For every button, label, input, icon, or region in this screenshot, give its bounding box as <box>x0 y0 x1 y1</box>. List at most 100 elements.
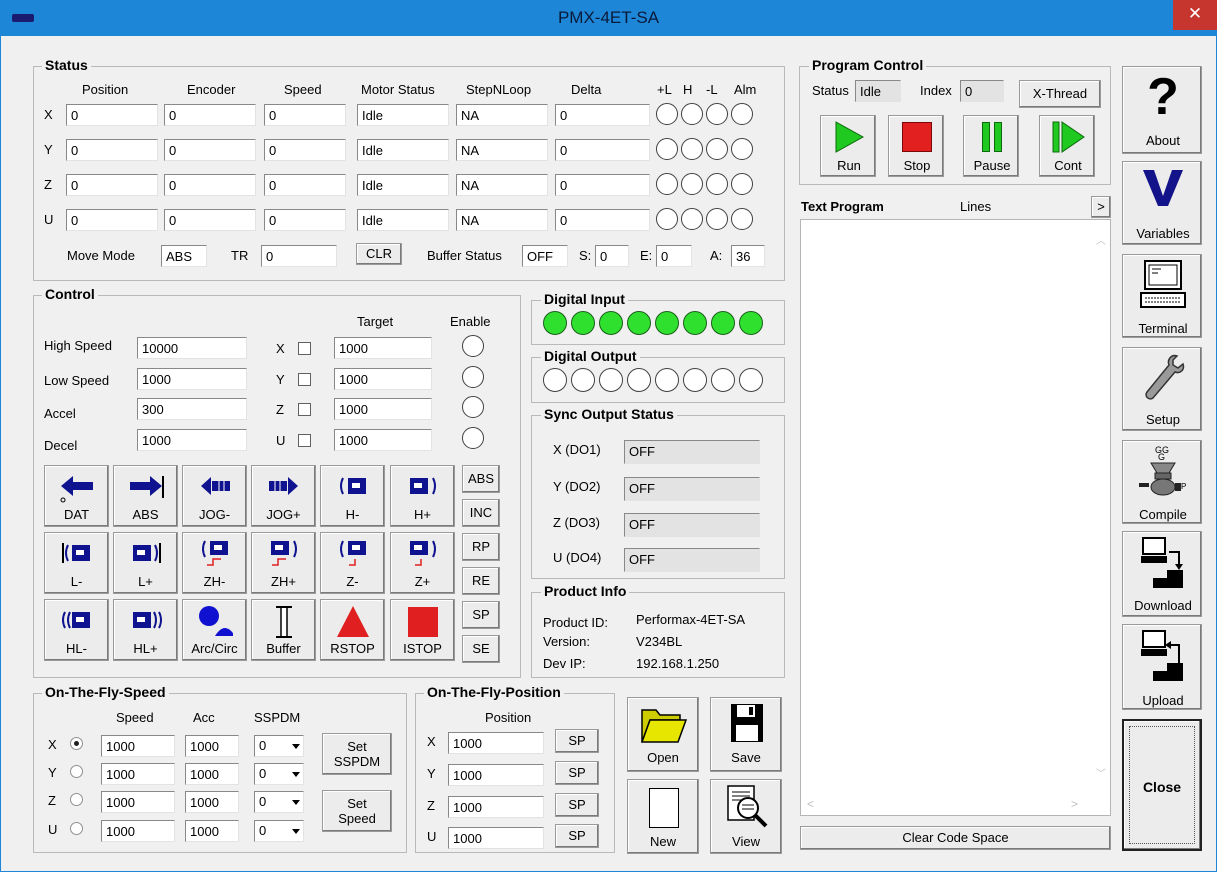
otf-position-field[interactable]: 1000 <box>448 827 544 849</box>
about-button[interactable]: ? About <box>1122 66 1202 154</box>
control-jog--button[interactable]: JOG+ <box>251 465 316 527</box>
status-delta-field[interactable]: 0 <box>555 139 650 161</box>
status-delta-field[interactable]: 0 <box>555 104 650 126</box>
set-sspdm-button[interactable]: Set SSPDM <box>322 733 392 775</box>
scroll-right-icon[interactable]: > <box>1071 797 1078 811</box>
status-motor-status-field[interactable]: Idle <box>357 139 449 161</box>
status-position-field[interactable]: 0 <box>66 104 158 126</box>
control-zh--button[interactable]: ZH- <box>182 532 247 594</box>
control-zh--button[interactable]: ZH+ <box>251 532 316 594</box>
otf-position-sp-button[interactable]: SP <box>555 824 599 848</box>
scroll-up-icon[interactable]: ︿ <box>1096 232 1106 247</box>
control-side-sp-button[interactable]: SP <box>462 601 500 629</box>
control-rstop-button[interactable]: RSTOP <box>320 599 385 661</box>
status-motor-status-field[interactable]: Idle <box>357 104 449 126</box>
control-h--button[interactable]: H+ <box>390 465 455 527</box>
otf-speed-field[interactable]: 1000 <box>101 791 175 813</box>
control-z--button[interactable]: Z- <box>320 532 385 594</box>
status-position-field[interactable]: 0 <box>66 139 158 161</box>
a-field[interactable]: 36 <box>731 245 765 267</box>
target-axis-checkbox[interactable] <box>298 373 311 386</box>
otf-position-sp-button[interactable]: SP <box>555 729 599 753</box>
open-button[interactable]: Open <box>627 697 699 772</box>
target-axis-checkbox[interactable] <box>298 403 311 416</box>
scroll-left-icon[interactable]: < <box>807 797 814 811</box>
otf-speed-axis-radio[interactable] <box>70 765 83 778</box>
otf-speed-axis-radio[interactable] <box>70 822 83 835</box>
otf-speed-field[interactable]: 1000 <box>101 820 175 842</box>
status-encoder-field[interactable]: 0 <box>164 104 256 126</box>
control-l--button[interactable]: L- <box>44 532 109 594</box>
high-speed-field[interactable]: 10000 <box>137 337 247 359</box>
status-stepnloop-field[interactable]: NA <box>456 174 548 196</box>
control-z--button[interactable]: Z+ <box>390 532 455 594</box>
control-h--button[interactable]: H- <box>320 465 385 527</box>
variables-button[interactable]: Variables <box>1122 161 1202 245</box>
target-axis-checkbox[interactable] <box>298 342 311 355</box>
e-field[interactable]: 0 <box>656 245 692 267</box>
target-field[interactable]: 1000 <box>334 398 432 420</box>
otf-acc-field[interactable]: 1000 <box>185 763 239 785</box>
control-side-abs-button[interactable]: ABS <box>462 465 500 493</box>
set-speed-button[interactable]: Set Speed <box>322 790 392 832</box>
status-stepnloop-field[interactable]: NA <box>456 209 548 231</box>
status-speed-field[interactable]: 0 <box>264 209 346 231</box>
status-speed-field[interactable]: 0 <box>264 174 346 196</box>
otf-position-field[interactable]: 1000 <box>448 796 544 818</box>
otf-speed-axis-radio[interactable] <box>70 737 83 750</box>
stop-button[interactable]: Stop <box>888 115 944 177</box>
run-button[interactable]: Run <box>820 115 876 177</box>
status-speed-field[interactable]: 0 <box>264 139 346 161</box>
close-button[interactable]: Close <box>1122 719 1202 851</box>
clear-code-space-button[interactable]: Clear Code Space <box>800 826 1111 850</box>
move-mode-field[interactable]: ABS <box>161 245 207 267</box>
otf-position-sp-button[interactable]: SP <box>555 793 599 817</box>
status-delta-field[interactable]: 0 <box>555 209 650 231</box>
otf-position-field[interactable]: 1000 <box>448 732 544 754</box>
status-encoder-field[interactable]: 0 <box>164 139 256 161</box>
otf-acc-field[interactable]: 1000 <box>185 820 239 842</box>
terminal-button[interactable]: Terminal <box>1122 254 1202 338</box>
status-position-field[interactable]: 0 <box>66 174 158 196</box>
pause-button[interactable]: Pause <box>963 115 1019 177</box>
control-dat-button[interactable]: DAT <box>44 465 109 527</box>
status-delta-field[interactable]: 0 <box>555 174 650 196</box>
accel-field[interactable]: 300 <box>137 398 247 420</box>
otf-acc-field[interactable]: 1000 <box>185 791 239 813</box>
editor-vertical-scrollbar[interactable]: ︿ ﹀ <box>1091 220 1110 795</box>
otf-sspdm-select[interactable]: 0 <box>254 820 304 842</box>
control-jog--button[interactable]: JOG- <box>182 465 247 527</box>
scroll-down-icon[interactable]: ﹀ <box>1096 765 1106 780</box>
otf-speed-axis-radio[interactable] <box>70 793 83 806</box>
editor-horizontal-scrollbar[interactable]: < > <box>801 795 1091 815</box>
control-side-se-button[interactable]: SE <box>462 635 500 663</box>
otf-sspdm-select[interactable]: 0 <box>254 763 304 785</box>
control-side-rp-button[interactable]: RP <box>462 533 500 561</box>
x-thread-button[interactable]: X-Thread <box>1019 80 1101 108</box>
buffer-status-field[interactable]: OFF <box>522 245 568 267</box>
setup-button[interactable]: Setup <box>1122 347 1202 431</box>
control-side-inc-button[interactable]: INC <box>462 499 500 527</box>
status-encoder-field[interactable]: 0 <box>164 174 256 196</box>
target-field[interactable]: 1000 <box>334 429 432 451</box>
control-abs-button[interactable]: ABS <box>113 465 178 527</box>
control-hl--button[interactable]: HL+ <box>113 599 178 661</box>
otf-speed-field[interactable]: 1000 <box>101 735 175 757</box>
control-hl--button[interactable]: HL- <box>44 599 109 661</box>
upload-button[interactable]: Upload <box>1122 624 1202 710</box>
code-editor[interactable] <box>800 219 1111 816</box>
target-axis-checkbox[interactable] <box>298 434 311 447</box>
status-encoder-field[interactable]: 0 <box>164 209 256 231</box>
compile-button[interactable]: GG G P Compile <box>1122 440 1202 524</box>
control-istop-button[interactable]: ISTOP <box>390 599 455 661</box>
view-button[interactable]: View <box>710 779 782 854</box>
otf-sspdm-select[interactable]: 0 <box>254 791 304 813</box>
otf-sspdm-select[interactable]: 0 <box>254 735 304 757</box>
otf-position-sp-button[interactable]: SP <box>555 761 599 785</box>
status-position-field[interactable]: 0 <box>66 209 158 231</box>
text-program-scroll-button[interactable]: > <box>1091 196 1111 218</box>
clr-button[interactable]: CLR <box>356 243 402 265</box>
otf-position-field[interactable]: 1000 <box>448 764 544 786</box>
control-arc-circ-button[interactable]: Arc/Circ <box>182 599 247 661</box>
status-speed-field[interactable]: 0 <box>264 104 346 126</box>
